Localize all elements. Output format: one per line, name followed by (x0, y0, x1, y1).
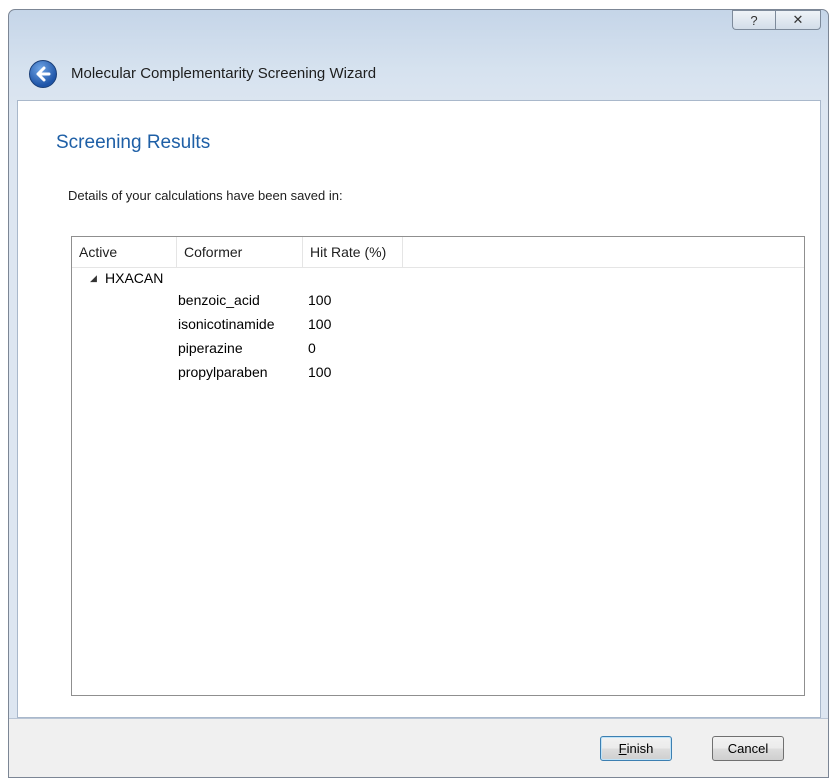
tree-row[interactable]: piperazine 0 (72, 337, 804, 361)
page-heading: Screening Results (56, 132, 211, 153)
column-header-hit-rate[interactable]: Hit Rate (%) (303, 237, 403, 267)
hit-rate-cell: 100 (308, 292, 332, 308)
active-label: HXACAN (105, 270, 164, 286)
wizard-page: Screening Results Details of your calcul… (17, 100, 821, 718)
close-button[interactable]: ✕ (775, 10, 821, 30)
expand-triangle-icon[interactable]: ◢ (90, 273, 97, 284)
results-tree[interactable]: Active Coformer Hit Rate (%) ◢ HXACAN be… (71, 236, 805, 696)
finish-accelerator: F (618, 741, 627, 756)
hit-rate-cell: 100 (308, 316, 332, 332)
tree-row[interactable]: propylparaben 100 (72, 361, 804, 385)
help-button[interactable]: ? (732, 10, 775, 30)
hit-rate-cell: 0 (308, 340, 316, 356)
coformer-cell: benzoic_acid (178, 292, 260, 308)
details-text: Details of your calculations have been s… (68, 188, 343, 203)
hit-rate-cell: 100 (308, 364, 332, 380)
back-button[interactable] (29, 60, 57, 88)
window-controls: ? ✕ (732, 10, 821, 30)
close-icon: ✕ (792, 12, 804, 27)
coformer-cell: propylparaben (178, 364, 268, 380)
tree-node-active[interactable]: ◢ HXACAN (72, 268, 804, 289)
wizard-window: ? ✕ Molecular Complementarity Screening … (8, 9, 829, 778)
tree-header: Active Coformer Hit Rate (%) (72, 237, 804, 268)
window-title: Molecular Complementarity Screening Wiza… (71, 65, 377, 82)
coformer-cell: piperazine (178, 340, 243, 356)
finish-label: inish (626, 741, 654, 756)
button-bar: Finish Cancel (9, 719, 828, 777)
back-arrow-icon (36, 66, 51, 82)
help-icon: ? (750, 12, 758, 28)
column-header-coformer[interactable]: Coformer (177, 237, 303, 267)
cancel-button[interactable]: Cancel (712, 736, 784, 761)
tree-row[interactable]: benzoic_acid 100 (72, 289, 804, 313)
tree-row[interactable]: isonicotinamide 100 (72, 313, 804, 337)
coformer-cell: isonicotinamide (178, 316, 275, 332)
column-header-active[interactable]: Active (72, 237, 177, 267)
finish-button[interactable]: Finish (600, 736, 672, 761)
